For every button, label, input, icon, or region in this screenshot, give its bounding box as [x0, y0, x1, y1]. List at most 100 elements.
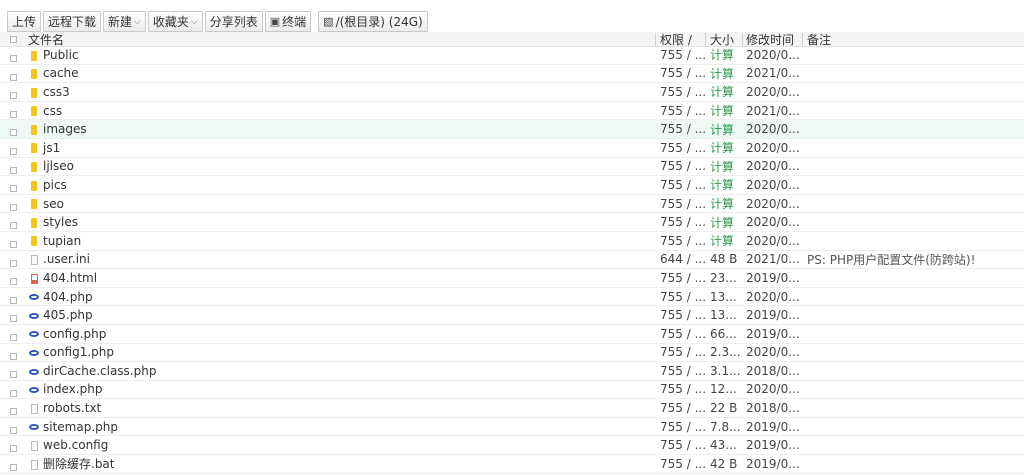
new-dropdown-button[interactable]: 新建 ⌵ — [103, 11, 146, 32]
header-size[interactable]: 大小 — [710, 31, 734, 48]
file-name[interactable]: web.config — [43, 438, 108, 452]
file-name[interactable]: ljlseo — [43, 159, 74, 173]
file-permission[interactable]: 755 / ... — [660, 382, 706, 396]
calculate-size-link[interactable]: 计算 — [710, 158, 734, 175]
row-checkbox[interactable] — [10, 181, 20, 195]
file-permission[interactable]: 755 / ... — [660, 159, 706, 173]
file-permission[interactable]: 755 / ... — [660, 457, 706, 471]
select-all-checkbox[interactable] — [10, 32, 20, 46]
terminal-button[interactable]: ▣ 终端 — [264, 11, 312, 32]
row-checkbox[interactable] — [10, 441, 20, 455]
file-name[interactable]: css3 — [43, 85, 70, 99]
row-checkbox[interactable] — [10, 107, 20, 121]
file-name[interactable]: styles — [43, 215, 78, 229]
file-row[interactable]: js1 755 / ... 计算 2020/0... — [0, 139, 1024, 158]
file-row[interactable]: 404.php 755 / ... 13... 2020/0... — [0, 288, 1024, 307]
file-row[interactable]: css3 755 / ... 计算 2020/0... — [0, 83, 1024, 102]
file-permission[interactable]: 755 / ... — [660, 122, 706, 136]
header-note[interactable]: 备注 — [807, 31, 831, 48]
file-name[interactable]: seo — [43, 197, 64, 211]
file-row[interactable]: ljlseo 755 / ... 计算 2020/0... — [0, 158, 1024, 177]
file-row[interactable]: dirCache.class.php 755 / ... 3.1... 2018/0.… — [0, 362, 1024, 381]
file-permission[interactable]: 755 / ... — [660, 327, 706, 341]
file-permission[interactable]: 755 / ... — [660, 215, 706, 229]
file-row[interactable]: index.php 755 / ... 12... 2020/0... — [0, 381, 1024, 400]
file-row[interactable]: Public 755 / ... 计算 2020/0... — [0, 46, 1024, 65]
header-filename[interactable]: 文件名 — [28, 31, 64, 48]
file-name[interactable]: .user.ini — [43, 252, 90, 266]
row-checkbox[interactable] — [10, 274, 20, 288]
row-checkbox[interactable] — [10, 423, 20, 437]
row-checkbox[interactable] — [10, 311, 20, 325]
calculate-size-link[interactable]: 计算 — [710, 214, 734, 231]
file-name[interactable]: config.php — [43, 327, 106, 341]
file-name[interactable]: css — [43, 104, 62, 118]
file-permission[interactable]: 755 / ... — [660, 364, 706, 378]
file-name[interactable]: js1 — [43, 141, 60, 155]
file-permission[interactable]: 755 / ... — [660, 401, 706, 415]
file-permission[interactable]: 644 / ... — [660, 252, 706, 266]
header-modified[interactable]: 修改时间 — [746, 31, 794, 48]
row-checkbox[interactable] — [10, 460, 20, 474]
upload-button[interactable]: 上传 — [7, 11, 42, 32]
calculate-size-link[interactable]: 计算 — [710, 46, 734, 63]
row-checkbox[interactable] — [10, 367, 20, 381]
file-permission[interactable]: 755 / ... — [660, 178, 706, 192]
file-name[interactable]: index.php — [43, 382, 102, 396]
file-row[interactable]: pics 755 / ... 计算 2020/0... — [0, 176, 1024, 195]
row-checkbox[interactable] — [10, 386, 20, 400]
file-row[interactable]: css 755 / ... 计算 2021/0... — [0, 102, 1024, 121]
file-row[interactable]: config1.php 755 / ... 2.3... 2020/0... — [0, 344, 1024, 363]
row-checkbox[interactable] — [10, 330, 20, 344]
file-row[interactable]: 404.html 755 / ... 23... 2019/0... — [0, 269, 1024, 288]
file-permission[interactable]: 755 / ... — [660, 104, 706, 118]
remote-download-button[interactable]: 远程下载 — [43, 11, 102, 32]
row-checkbox[interactable] — [10, 256, 20, 270]
file-row[interactable]: tupian 755 / ... 计算 2020/0... — [0, 232, 1024, 251]
file-permission[interactable]: 755 / ... — [660, 271, 706, 285]
file-permission[interactable]: 755 / ... — [660, 66, 706, 80]
file-permission[interactable]: 755 / ... — [660, 290, 706, 304]
path-button[interactable]: ▧/(根目录) (24G) — [318, 11, 428, 32]
file-permission[interactable]: 755 / ... — [660, 85, 706, 99]
file-row[interactable]: images 755 / ... 计算 2020/0... — [0, 120, 1024, 139]
file-row[interactable]: web.config 755 / ... 43... 2019/0... — [0, 436, 1024, 456]
file-name[interactable]: 404.php — [43, 290, 93, 304]
file-row[interactable]: 删除缓存.bat 755 / ... 42 B 2019/0... — [0, 455, 1024, 474]
row-checkbox[interactable] — [10, 349, 20, 363]
row-checkbox[interactable] — [10, 163, 20, 177]
file-name[interactable]: Public — [43, 48, 79, 62]
file-name[interactable]: config1.php — [43, 345, 114, 359]
file-row[interactable]: robots.txt 755 / ... 22 B 2018/0... — [0, 399, 1024, 418]
row-checkbox[interactable] — [10, 125, 20, 139]
file-permission[interactable]: 755 / ... — [660, 345, 706, 359]
file-name[interactable]: images — [43, 122, 87, 136]
file-permission[interactable]: 755 / ... — [660, 438, 706, 452]
calculate-size-link[interactable]: 计算 — [710, 83, 734, 100]
file-row[interactable]: config.php 755 / ... 66... 2019/0... — [0, 325, 1024, 344]
calculate-size-link[interactable]: 计算 — [710, 121, 734, 138]
file-row[interactable]: .user.ini 644 / ... 48 B 2021/0... PS: PHP用户… — [0, 251, 1024, 270]
calculate-size-link[interactable]: 计算 — [710, 139, 734, 156]
file-row[interactable]: sitemap.php 755 / ... 7.8... 2019/0... — [0, 418, 1024, 437]
file-name[interactable]: tupian — [43, 234, 81, 248]
row-checkbox[interactable] — [10, 218, 20, 232]
file-permission[interactable]: 755 / ... — [660, 234, 706, 248]
row-checkbox[interactable] — [10, 144, 20, 158]
file-name[interactable]: 405.php — [43, 308, 93, 322]
row-checkbox[interactable] — [10, 70, 20, 84]
calculate-size-link[interactable]: 计算 — [710, 65, 734, 82]
row-checkbox[interactable] — [10, 404, 20, 418]
file-name[interactable]: dirCache.class.php — [43, 364, 156, 378]
file-name[interactable]: pics — [43, 178, 67, 192]
calculate-size-link[interactable]: 计算 — [710, 102, 734, 119]
row-checkbox[interactable] — [10, 51, 20, 65]
favorites-dropdown-button[interactable]: 收藏夹 ⌵ — [147, 11, 203, 32]
file-permission[interactable]: 755 / ... — [660, 197, 706, 211]
file-row[interactable]: 405.php 755 / ... 13... 2019/0... — [0, 306, 1024, 325]
header-permission[interactable]: 权限 / — [660, 31, 692, 48]
row-checkbox[interactable] — [10, 200, 20, 214]
file-row[interactable]: seo 755 / ... 计算 2020/0... — [0, 195, 1024, 214]
file-name[interactable]: sitemap.php — [43, 420, 118, 434]
row-checkbox[interactable] — [10, 293, 20, 307]
